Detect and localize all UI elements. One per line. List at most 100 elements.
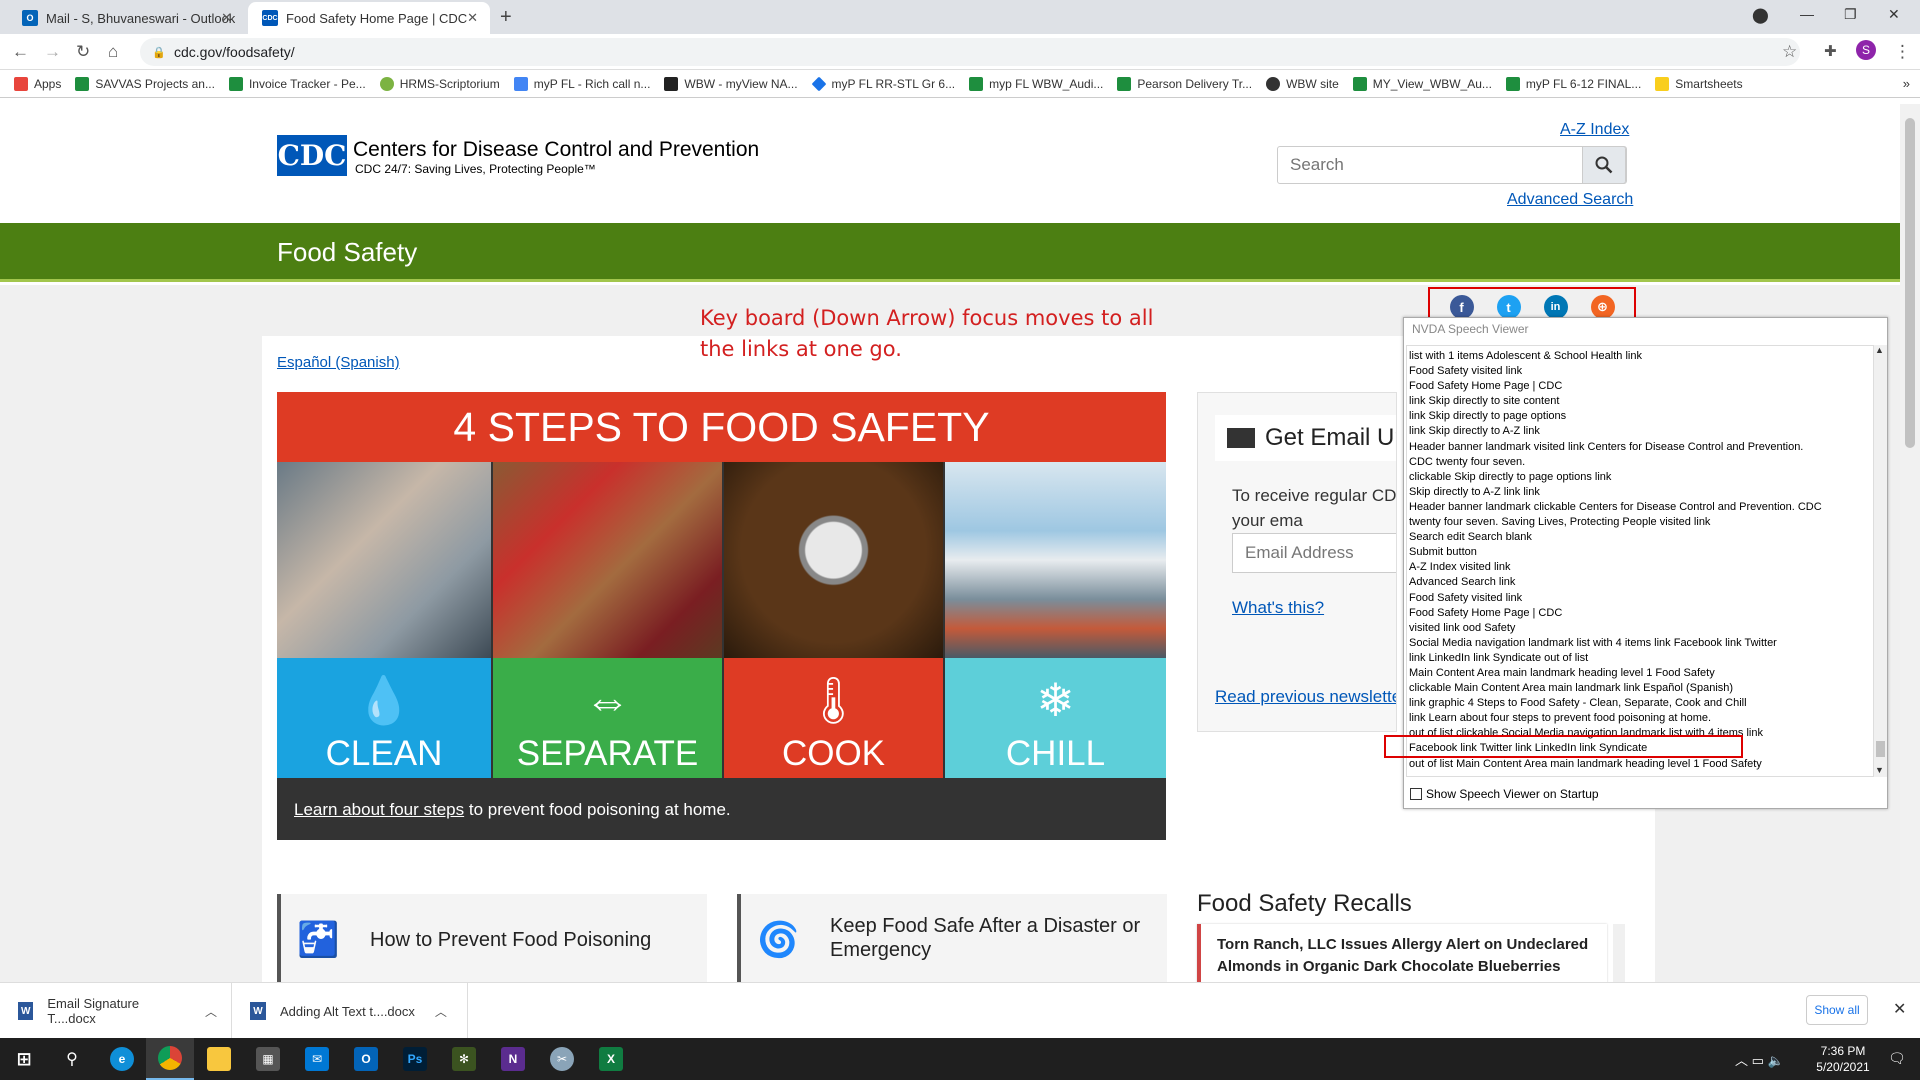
bookmark-item[interactable]: myP FL 6-12 FINAL... (1505, 76, 1641, 91)
diamond-icon (811, 76, 826, 91)
close-window-icon[interactable]: ✕ (1888, 6, 1900, 23)
bookmark-star-icon[interactable]: ☆ (1782, 42, 1797, 62)
bookmark-item[interactable]: WBW - myView NA... (664, 76, 798, 91)
facebook-icon[interactable]: f (1449, 295, 1474, 319)
scroll-thumb[interactable] (1905, 118, 1915, 448)
scroll-up-icon[interactable]: ▲ (1875, 345, 1884, 355)
web-page: CDC Centers for Disease Control and Prev… (0, 104, 1900, 982)
four-steps-graphic[interactable]: 4 STEPS TO FOOD SAFETY 💧 CLEAN ⇔ SEPARAT… (277, 392, 1166, 840)
taskbar-mail[interactable]: ✉ (293, 1038, 341, 1080)
chevron-up-icon[interactable]: ︿ (435, 1003, 447, 1020)
start-button[interactable]: ⊞ (0, 1038, 48, 1080)
bookmark-item[interactable]: SAVVAS Projects an... (75, 76, 215, 91)
taskbar-excel[interactable]: X (587, 1038, 635, 1080)
scroll-thumb[interactable] (1876, 741, 1885, 757)
download-item[interactable]: W Adding Alt Text t....docx ︿ (232, 983, 468, 1039)
disaster-food-safety-card[interactable]: 🌀 Keep Food Safe After a Disaster or Eme… (737, 894, 1167, 982)
page-title[interactable]: Food Safety (277, 237, 417, 268)
taskbar-chrome[interactable] (146, 1038, 194, 1080)
close-icon[interactable]: ✕ (221, 10, 232, 26)
new-tab-icon[interactable]: + (500, 6, 512, 29)
taskbar-explorer[interactable] (195, 1038, 243, 1080)
search-input[interactable] (1278, 147, 1584, 183)
download-item[interactable]: W Email Signature T....docx ︿ (0, 983, 232, 1039)
advanced-search-link[interactable]: Advanced Search (1507, 191, 1633, 209)
caption-text: to prevent food poisoning at home. (464, 800, 731, 819)
speech-log-scrollbar[interactable]: ▲ ▼ (1874, 345, 1887, 777)
bookmark-item[interactable]: WBW site (1266, 76, 1339, 91)
step-cook: 🌡 COOK (724, 462, 943, 778)
menu-kebab-icon[interactable]: ⋮ (1894, 42, 1911, 62)
taskbar-snip[interactable]: ✂ (538, 1038, 586, 1080)
bookmark-apps[interactable]: Apps (14, 76, 61, 91)
twitter-icon[interactable]: t (1496, 295, 1521, 319)
previous-newsletters-link[interactable]: Read previous newslette (1215, 687, 1396, 707)
reload-icon[interactable]: ↻ (76, 42, 90, 62)
bookmark-item[interactable]: Smartsheets (1655, 76, 1743, 91)
site-title[interactable]: Centers for Disease Control and Preventi… (353, 138, 759, 162)
taskbar-store[interactable]: ▦ (244, 1038, 292, 1080)
bookmark-item[interactable]: myp FL WBW_Audi... (969, 76, 1103, 91)
syndicate-icon[interactable]: ⊕ (1590, 295, 1615, 319)
extensions-icon[interactable]: ✚ (1824, 42, 1837, 60)
system-tray-icons[interactable]: ︿ ▭ 🔈 (1735, 1050, 1784, 1069)
cdc-logo[interactable]: CDC (277, 135, 347, 176)
mail-icon: ✉ (305, 1047, 329, 1071)
bookmark-item[interactable]: myP FL RR-STL Gr 6... (811, 76, 955, 91)
taskbar-outlook[interactable]: O (342, 1038, 390, 1080)
home-icon[interactable]: ⌂ (108, 42, 118, 62)
hurricane-icon: 🌀 (757, 921, 800, 959)
linkedin-icon[interactable]: in (1543, 295, 1568, 319)
taskbar-nvda[interactable]: N (489, 1038, 537, 1080)
speech-log-line: Food Safety visited link (1409, 365, 1523, 378)
card-label: How to Prevent Food Poisoning (370, 929, 652, 951)
scroll-down-icon[interactable]: ▼ (1875, 765, 1884, 775)
profile-avatar[interactable]: S (1856, 40, 1876, 60)
speech-log[interactable]: list with 1 items Adolescent & School He… (1406, 345, 1874, 777)
forward-icon[interactable]: → (44, 42, 61, 62)
address-bar[interactable]: 🔒 cdc.gov/foodsafety/ (140, 38, 1800, 66)
taskbar-app[interactable]: ✻ (440, 1038, 488, 1080)
bookmark-item[interactable]: MY_View_WBW_Au... (1352, 76, 1492, 91)
taskbar-photoshop[interactable]: Ps (391, 1038, 439, 1080)
startup-checkbox[interactable] (1410, 788, 1422, 800)
speech-log-line: Header banner landmark visited link Cent… (1409, 440, 1804, 453)
app-icon: ✻ (452, 1047, 476, 1071)
minimize-icon[interactable]: — (1800, 6, 1814, 22)
email-input[interactable]: Email Address (1232, 533, 1396, 573)
whats-this-link[interactable]: What's this? (1232, 598, 1324, 618)
downloads-bar: W Email Signature T....docx ︿ W Adding A… (0, 982, 1920, 1039)
show-all-button[interactable]: Show all (1806, 995, 1868, 1025)
bookmark-item[interactable]: HRMS-Scriptorium (379, 76, 500, 91)
bookmark-item[interactable]: myP FL - Rich call n... (513, 76, 650, 91)
more-bookmarks-icon[interactable]: » (1903, 76, 1910, 91)
close-icon[interactable]: ✕ (1893, 999, 1906, 1019)
taskbar-clock[interactable]: 7:36 PM 5/20/2021 (1808, 1043, 1878, 1075)
back-icon[interactable]: ← (12, 42, 29, 62)
bookmark-item[interactable]: Pearson Delivery Tr... (1117, 76, 1252, 91)
bookmark-label: WBW - myView NA... (684, 76, 798, 91)
speech-log-line: clickable Skip directly to page options … (1409, 470, 1612, 483)
espanol-link[interactable]: Español (Spanish) (277, 354, 400, 371)
az-index-link[interactable]: A-Z Index (1560, 121, 1629, 139)
bookmark-item[interactable]: Invoice Tracker - Pe... (228, 76, 366, 91)
page-scrollbar[interactable] (1900, 104, 1920, 982)
chevron-up-icon[interactable]: ︿ (205, 1003, 217, 1020)
taskbar-edge[interactable]: e (98, 1038, 146, 1080)
url-text[interactable]: cdc.gov/foodsafety/ (174, 44, 295, 60)
tab-outlook[interactable]: O Mail - S, Bhuvaneswari - Outlook ✕ (8, 2, 244, 34)
sheets-icon (1352, 76, 1367, 91)
prevent-food-poisoning-card[interactable]: 🚰 How to Prevent Food Poisoning (277, 894, 707, 982)
restore-icon[interactable]: ❐ (1844, 6, 1857, 23)
learn-four-steps-link[interactable]: Learn about four steps (294, 800, 464, 819)
startup-checkbox-row[interactable]: Show Speech Viewer on Startup (1410, 787, 1599, 801)
recall-item[interactable]: Torn Ranch, LLC Issues Allergy Alert on … (1197, 924, 1607, 982)
profile-menu-icon[interactable]: ⬤ (1752, 6, 1769, 24)
search-button[interactable] (1582, 146, 1626, 184)
taskbar-search[interactable]: ⚲ (48, 1038, 96, 1080)
thermometer-icon: 🌡 (804, 674, 863, 726)
notification-icon[interactable]: 🗨 (1888, 1050, 1906, 1067)
recalls-scrollbar[interactable] (1613, 924, 1625, 982)
tab-cdc[interactable]: CDC Food Safety Home Page | CDC ✕ (248, 2, 490, 34)
close-icon[interactable]: ✕ (467, 10, 478, 26)
